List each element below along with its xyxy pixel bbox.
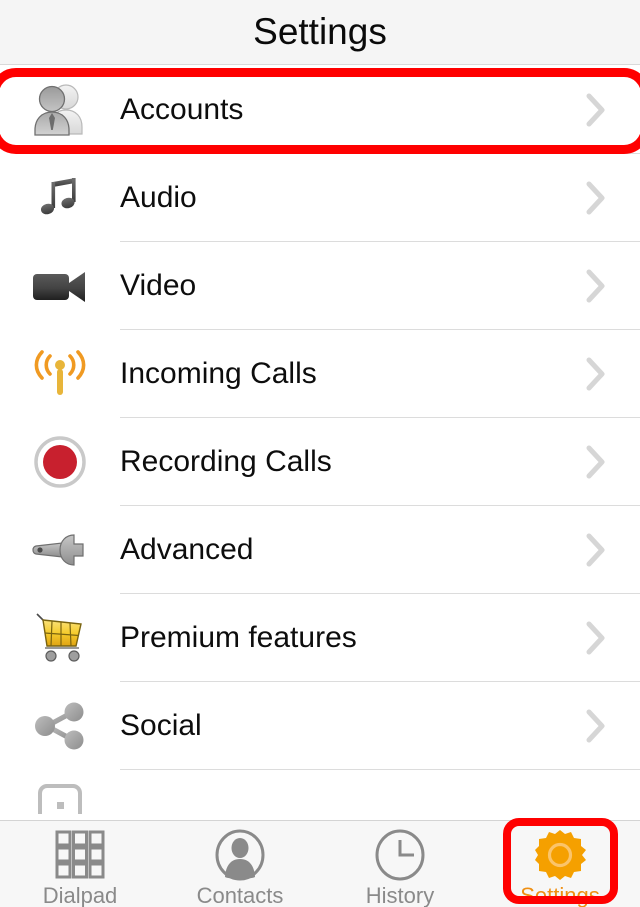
chevron-right-icon: [586, 533, 606, 567]
list-item-label: Incoming Calls: [120, 357, 317, 390]
gear-icon: [529, 829, 591, 881]
list-item-incoming-calls[interactable]: Incoming Calls: [0, 330, 640, 418]
chevron-right-icon: [586, 709, 606, 743]
video-camera-icon: [28, 254, 92, 318]
tab-label: Settings: [520, 883, 600, 907]
list-item-label: Video: [120, 269, 197, 302]
share-nodes-icon: [28, 694, 92, 758]
chevron-right-icon: [586, 93, 606, 127]
tab-label: Contacts: [196, 883, 284, 907]
tab-bar: Dialpad Contacts History Settings: [0, 820, 640, 907]
list-item-label: Premium features: [120, 621, 357, 654]
chevron-right-icon: [586, 621, 606, 655]
chevron-right-icon: [586, 357, 606, 391]
chevron-right-icon: [586, 269, 606, 303]
settings-screen: Settings Accounts Audio Video Incoming C…: [0, 0, 640, 907]
clock-icon: [369, 829, 431, 881]
chevron-right-icon: [586, 181, 606, 215]
tab-history[interactable]: History: [320, 821, 480, 907]
chevron-right-icon: [586, 445, 606, 479]
tab-dialpad[interactable]: Dialpad: [0, 821, 160, 907]
list-item-label: Recording Calls: [120, 445, 332, 478]
list-item-video[interactable]: Video: [0, 242, 640, 330]
list-item-audio[interactable]: Audio: [0, 154, 640, 242]
tab-settings[interactable]: Settings: [480, 821, 640, 907]
wrench-icon: [28, 518, 92, 582]
header-bar: Settings: [0, 0, 640, 65]
settings-list[interactable]: Accounts Audio Video Incoming Calls Reco…: [0, 66, 640, 820]
list-item-premium-features[interactable]: Premium features: [0, 594, 640, 682]
list-item-label: Social: [120, 709, 202, 742]
tab-label: History: [365, 883, 435, 907]
list-item-advanced[interactable]: Advanced: [0, 506, 640, 594]
list-item-label: Advanced: [120, 533, 254, 566]
list-item-accounts[interactable]: Accounts: [0, 66, 640, 154]
antenna-signal-icon: [28, 342, 92, 406]
page-title: Settings: [253, 11, 387, 52]
person-circle-icon: [209, 829, 271, 881]
shopping-cart-icon: [28, 606, 92, 670]
list-item-label: Accounts: [120, 93, 244, 126]
dialpad-grid-icon: [49, 829, 111, 881]
list-item-label: Audio: [120, 181, 197, 214]
tab-contacts[interactable]: Contacts: [160, 821, 320, 907]
music-note-icon: [28, 166, 92, 230]
list-item-recording-calls[interactable]: Recording Calls: [0, 418, 640, 506]
record-button-icon: [28, 430, 92, 494]
list-item-partial[interactable]: [0, 770, 640, 814]
tab-label: Dialpad: [42, 883, 118, 907]
device-icon: [28, 770, 92, 814]
list-item-social[interactable]: Social: [0, 682, 640, 770]
two-people-icon: [28, 78, 92, 142]
